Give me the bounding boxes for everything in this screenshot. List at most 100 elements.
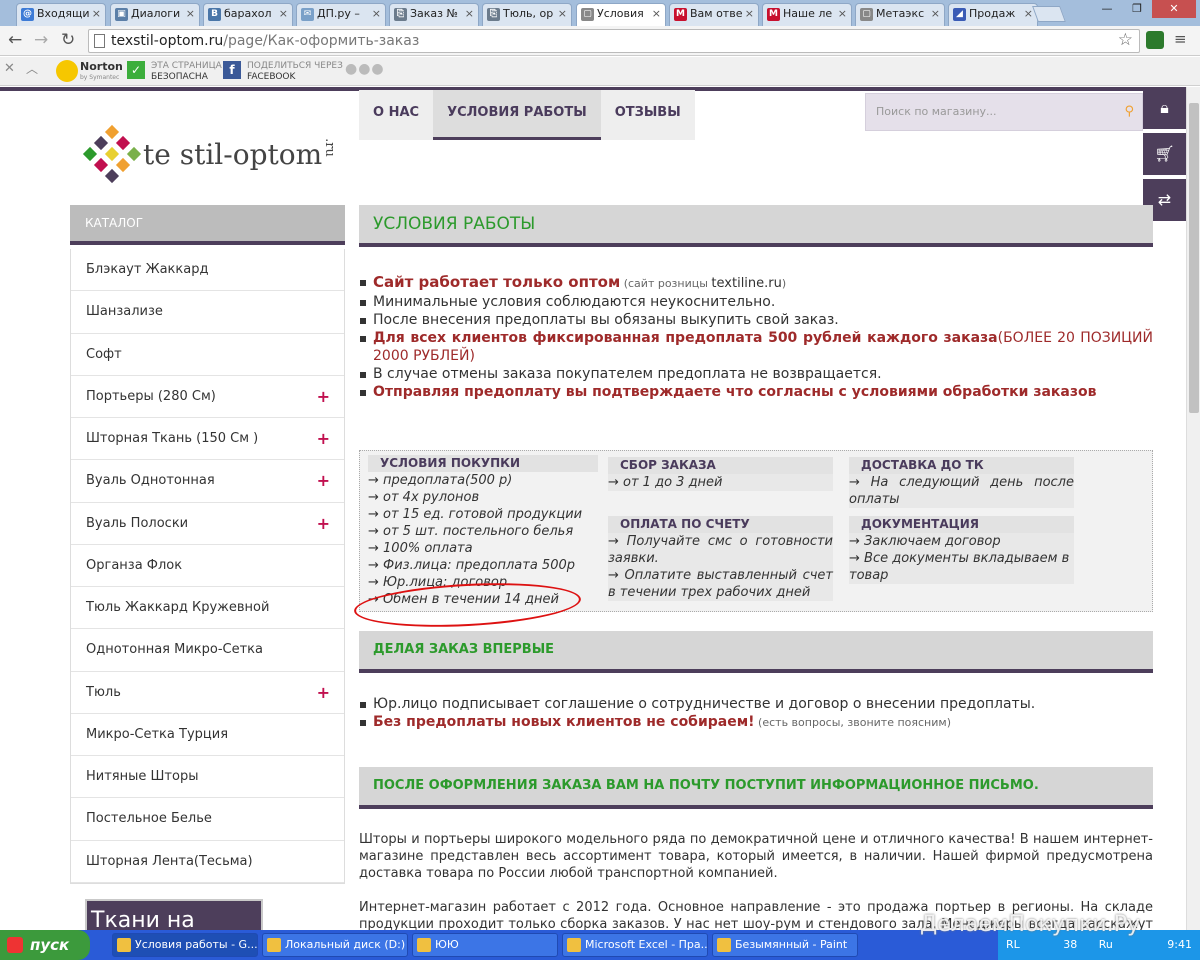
browser-tab[interactable]: ⎘ Тюль, ор × [482,3,572,26]
forward-arrow-icon[interactable]: → [34,30,48,50]
browser-tab[interactable]: M Наше ле × [762,3,852,26]
assembly-column: СБОР ЗАКАЗА → от 1 до 3 дней [608,457,833,491]
taskbar-button[interactable]: ЮЮ [412,933,558,957]
docs-title: ДОКУМЕНТАЦИЯ [849,516,1074,533]
url-bar[interactable]: texstil-optom.ru/page/Как-оформить-заказ… [88,29,1140,53]
tab-label: Тюль, ор [503,7,554,20]
expand-plus-icon[interactable]: + [317,418,330,460]
docs-column: ДОКУМЕНТАЦИЯ → Заключаем договор → Все д… [849,516,1074,584]
new-tab-button[interactable] [1032,6,1066,22]
catalog-item[interactable]: Нитяные Шторы [71,756,344,799]
tab-close-icon[interactable]: × [838,4,847,24]
tab-label: Вам отве [690,7,743,20]
catalog-item[interactable]: Портьеры (280 См) + [71,375,344,418]
tab-label: Продаж [969,7,1016,20]
browser-tab[interactable]: ⎘ Заказ № × [389,3,479,26]
facebook-icon[interactable]: f [223,61,241,79]
browser-tab[interactable]: @ Входящи × [16,3,106,26]
browser-tab[interactable]: ◢ Продаж × [948,3,1038,26]
tab-close-icon[interactable]: × [372,4,381,24]
purchase-condition: → от 4х рулонов [368,490,480,505]
close-toolbar-icon[interactable]: ✕ [4,62,15,75]
taskbar-button[interactable]: Условия работы - G... [112,933,258,957]
expand-plus-icon[interactable]: + [317,503,330,545]
browser-tab[interactable]: ▢ Условия × [576,3,666,26]
taskbar-button-label: Локальный диск (D:) [285,938,406,951]
share-line2[interactable]: FACEBOOK [247,72,295,82]
site-logo[interactable]: te stil-optom .ru [82,124,339,184]
safe-line1: ЭТА СТРАНИЦА [151,61,222,71]
page-scrollbar[interactable] [1186,87,1200,930]
tray-language[interactable]: Ru [1099,938,1113,951]
expand-plus-icon[interactable]: + [317,460,330,502]
tab-close-icon[interactable]: × [745,4,754,24]
catalog-item[interactable]: Постельное Белье [71,798,344,841]
nav-item[interactable]: УСЛОВИЯ РАБОТЫ [433,90,601,140]
catalog-item[interactable]: Микро-Сетка Турция [71,713,344,756]
fabrics-banner[interactable]: Ткани на заказ [85,899,263,930]
expand-plus-icon[interactable]: + [317,672,330,714]
app-icon [117,938,131,952]
purchase-title: УСЛОВИЯ ПОКУПКИ [368,455,598,472]
tab-favicon-icon: ✉ [301,8,314,21]
app-icon [417,938,431,952]
nav-item[interactable]: ОТЗЫВЫ [600,90,695,140]
minimize-icon[interactable]: — [1092,0,1122,18]
browser-tab[interactable]: ✉ ДП.ру – × [296,3,386,26]
browser-tab[interactable]: ▢ Метаэкс × [855,3,945,26]
browser-tab[interactable]: M Вам отве × [669,3,759,26]
catalog-item[interactable]: Софт [71,333,344,376]
share-line1[interactable]: ПОДЕЛИТЬСЯ ЧЕРЕЗ [247,61,343,71]
search-input[interactable]: Поиск по магазину... ⚲ [865,93,1143,131]
tab-close-icon[interactable]: × [279,4,288,24]
tab-close-icon[interactable]: × [186,4,195,24]
tab-close-icon[interactable]: × [652,4,661,24]
invoice-title: ОПЛАТА ПО СЧЕТУ [608,516,833,533]
taskbar-button[interactable]: Microsoft Excel - Пра... [562,933,708,957]
close-window-icon[interactable]: ✕ [1152,0,1196,18]
taskbar-button[interactable]: Локальный диск (D:) [262,933,408,957]
tab-favicon-icon: В [208,8,221,21]
lock-icon[interactable]: 🔒︎ [1143,87,1186,129]
catalog-item[interactable]: Шанзализе [71,291,344,334]
back-arrow-icon[interactable]: ← [8,30,22,50]
retail-site-link[interactable]: textiline.ru [711,276,781,291]
reload-icon[interactable]: ↻ [61,30,75,50]
extension-icon[interactable] [1146,31,1164,49]
purchase-condition: → предоплата(500 р) [368,473,513,488]
menu-icon[interactable]: ≡ [1174,30,1187,48]
start-button[interactable]: пуск [0,930,90,960]
invoice-text1: → Получайте смс о готовности заявки. [608,533,833,567]
catalog-item[interactable]: Вуаль Однотонная + [71,460,344,503]
scrollbar-thumb[interactable] [1189,103,1199,413]
search-icon[interactable]: ⚲ [1124,94,1134,130]
nav-item[interactable]: О НАС [359,90,434,140]
browser-tab[interactable]: Вбарахол × [203,3,293,26]
browser-tab[interactable]: ▣ Диалоги × [110,3,200,26]
maximize-icon[interactable]: ❐ [1122,0,1152,18]
bookmark-star-icon[interactable]: ☆ [1118,29,1133,51]
taskbar-button[interactable]: Безымянный - Paint [712,933,858,957]
tab-favicon-icon: ▢ [860,8,873,21]
catalog-item[interactable]: Блэкаут Жаккард [71,249,344,292]
chevron-up-icon[interactable]: ︿ [26,63,38,75]
catalog-item[interactable]: Тюль Жаккард Кружевной [71,587,344,630]
catalog-item[interactable]: Тюль + [71,671,344,714]
catalog-item[interactable]: Вуаль Полоски + [71,502,344,545]
norton-label[interactable]: Norton [80,61,123,72]
list-item: Сайт работает только оптом (сайт розницы… [360,273,1153,293]
expand-plus-icon[interactable]: + [317,376,330,418]
catalog-item[interactable]: Шторная Ткань (150 См ) + [71,418,344,461]
language-indicator[interactable]: RL [1006,938,1020,951]
catalog-item[interactable]: Органза Флок [71,544,344,587]
catalog-item[interactable]: Однотонная Микро-Сетка [71,629,344,672]
tab-close-icon[interactable]: × [558,4,567,24]
cart-icon[interactable]: 🛒︎ [1143,133,1186,175]
tab-close-icon[interactable]: × [92,4,101,24]
safe-line2: БЕЗОПАСНА [151,72,208,82]
address-toolbar: ← → ↻ texstil-optom.ru/page/Как-оформить… [0,26,1200,56]
more-dots-icon[interactable]: ●●● [345,62,385,76]
tab-close-icon[interactable]: × [465,4,474,24]
catalog-item[interactable]: Шторная Лента(Тесьма) [71,840,344,883]
tab-close-icon[interactable]: × [931,4,940,24]
